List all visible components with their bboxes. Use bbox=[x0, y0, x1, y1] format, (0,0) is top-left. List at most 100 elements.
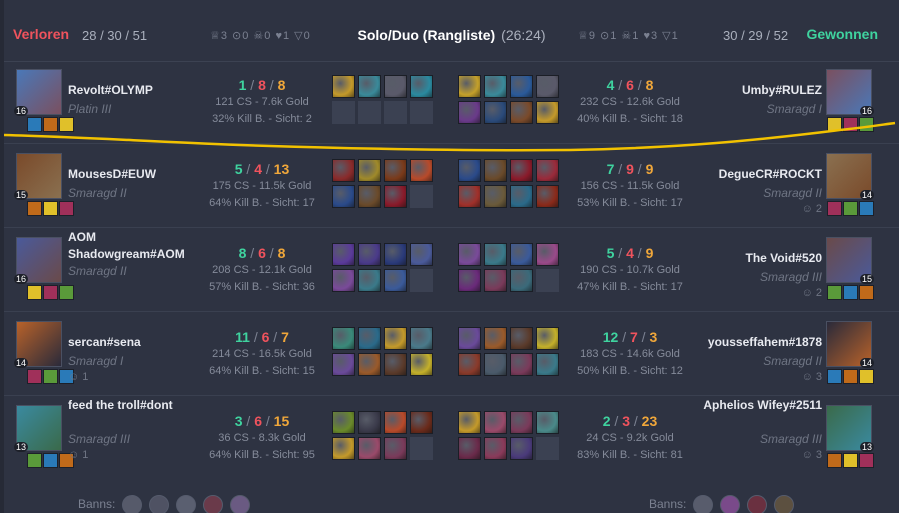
summoner-spell-icon[interactable] bbox=[827, 117, 842, 132]
item-icon[interactable] bbox=[510, 411, 533, 434]
item-icon[interactable] bbox=[484, 269, 507, 292]
item-icon[interactable] bbox=[332, 75, 355, 98]
item-icon[interactable] bbox=[458, 411, 481, 434]
item-icon[interactable] bbox=[358, 437, 381, 460]
item-icon[interactable] bbox=[484, 159, 507, 182]
item-icon[interactable] bbox=[332, 243, 355, 266]
summoner-spell-icon[interactable] bbox=[859, 117, 874, 132]
item-icon[interactable] bbox=[458, 437, 481, 460]
item-icon[interactable] bbox=[458, 353, 481, 376]
left-player-name[interactable]: Revolt#OLYMP bbox=[68, 82, 203, 99]
item-icon[interactable] bbox=[358, 411, 381, 434]
item-icon[interactable] bbox=[510, 353, 533, 376]
item-icon[interactable] bbox=[484, 101, 507, 124]
right-champion-portrait[interactable]: 15 bbox=[826, 237, 874, 284]
summoner-spell-icon[interactable] bbox=[843, 369, 858, 384]
right-player-name[interactable]: Umby#RULEZ bbox=[687, 82, 822, 99]
item-icon[interactable] bbox=[410, 159, 433, 182]
left-player-name[interactable]: AOM Shadowgream#AOM bbox=[68, 229, 203, 263]
item-icon[interactable] bbox=[358, 269, 381, 292]
item-icon[interactable] bbox=[384, 353, 407, 376]
item-icon[interactable] bbox=[332, 411, 355, 434]
item-icon[interactable] bbox=[484, 437, 507, 460]
item-icon[interactable] bbox=[332, 185, 355, 208]
ban-champion-icon[interactable] bbox=[176, 495, 196, 513]
item-icon[interactable] bbox=[384, 243, 407, 266]
item-icon[interactable] bbox=[384, 437, 407, 460]
item-icon[interactable] bbox=[358, 243, 381, 266]
summoner-spell-icon[interactable] bbox=[43, 117, 58, 132]
right-player-name[interactable]: The Void#520 bbox=[687, 250, 822, 267]
item-icon[interactable] bbox=[458, 101, 481, 124]
summoner-spell-icon[interactable] bbox=[827, 369, 842, 384]
item-icon[interactable] bbox=[458, 185, 481, 208]
right-champion-portrait[interactable]: 16 bbox=[826, 69, 874, 116]
right-champion-portrait[interactable]: 14 bbox=[826, 153, 874, 200]
item-icon[interactable] bbox=[458, 75, 481, 98]
item-icon[interactable] bbox=[510, 269, 533, 292]
summoner-spell-icon[interactable] bbox=[859, 369, 874, 384]
summoner-spell-icon[interactable] bbox=[27, 369, 42, 384]
item-icon[interactable] bbox=[536, 327, 559, 350]
item-icon[interactable] bbox=[384, 185, 407, 208]
item-icon[interactable] bbox=[536, 159, 559, 182]
item-icon[interactable] bbox=[410, 353, 433, 376]
left-champion-portrait[interactable]: 16 bbox=[14, 237, 62, 284]
right-player-name[interactable]: Aphelios Wifey#2511 bbox=[687, 397, 822, 414]
summoner-spell-icon[interactable] bbox=[859, 201, 874, 216]
ban-champion-icon[interactable] bbox=[149, 495, 169, 513]
item-icon[interactable] bbox=[358, 353, 381, 376]
summoner-spell-icon[interactable] bbox=[843, 201, 858, 216]
summoner-spell-icon[interactable] bbox=[843, 117, 858, 132]
item-icon[interactable] bbox=[332, 269, 355, 292]
summoner-spell-icon[interactable] bbox=[27, 285, 42, 300]
item-icon[interactable] bbox=[484, 185, 507, 208]
item-icon[interactable] bbox=[384, 159, 407, 182]
item-icon[interactable] bbox=[332, 437, 355, 460]
item-icon[interactable] bbox=[458, 159, 481, 182]
item-icon[interactable] bbox=[384, 327, 407, 350]
item-icon[interactable] bbox=[384, 75, 407, 98]
left-player-name[interactable]: MousesD#EUW bbox=[68, 166, 203, 183]
ban-champion-icon[interactable] bbox=[774, 495, 794, 513]
left-champion-portrait[interactable]: 16 bbox=[14, 69, 62, 116]
item-icon[interactable] bbox=[510, 101, 533, 124]
item-icon[interactable] bbox=[510, 243, 533, 266]
ban-champion-icon[interactable] bbox=[122, 495, 142, 513]
item-icon[interactable] bbox=[484, 243, 507, 266]
item-icon[interactable] bbox=[536, 411, 559, 434]
summoner-spell-icon[interactable] bbox=[59, 117, 74, 132]
item-icon[interactable] bbox=[510, 159, 533, 182]
ban-champion-icon[interactable] bbox=[720, 495, 740, 513]
item-icon[interactable] bbox=[484, 411, 507, 434]
summoner-spell-icon[interactable] bbox=[43, 369, 58, 384]
item-icon[interactable] bbox=[410, 411, 433, 434]
summoner-spell-icon[interactable] bbox=[859, 285, 874, 300]
item-icon[interactable] bbox=[536, 75, 559, 98]
item-icon[interactable] bbox=[384, 411, 407, 434]
summoner-spell-icon[interactable] bbox=[843, 453, 858, 468]
ban-champion-icon[interactable] bbox=[693, 495, 713, 513]
summoner-spell-icon[interactable] bbox=[43, 453, 58, 468]
item-icon[interactable] bbox=[358, 185, 381, 208]
item-icon[interactable] bbox=[510, 327, 533, 350]
item-icon[interactable] bbox=[510, 185, 533, 208]
item-icon[interactable] bbox=[484, 353, 507, 376]
right-champion-portrait[interactable]: 14 bbox=[826, 321, 874, 368]
item-icon[interactable] bbox=[484, 327, 507, 350]
left-champion-portrait[interactable]: 15 bbox=[14, 153, 62, 200]
item-icon[interactable] bbox=[510, 75, 533, 98]
right-champion-portrait[interactable]: 13 bbox=[826, 405, 874, 452]
item-icon[interactable] bbox=[458, 243, 481, 266]
item-icon[interactable] bbox=[332, 159, 355, 182]
summoner-spell-icon[interactable] bbox=[27, 201, 42, 216]
item-icon[interactable] bbox=[384, 269, 407, 292]
left-champion-portrait[interactable]: 14 bbox=[14, 321, 62, 368]
summoner-spell-icon[interactable] bbox=[27, 453, 42, 468]
item-icon[interactable] bbox=[358, 327, 381, 350]
item-icon[interactable] bbox=[410, 327, 433, 350]
summoner-spell-icon[interactable] bbox=[827, 285, 842, 300]
summoner-spell-icon[interactable] bbox=[843, 285, 858, 300]
ban-champion-icon[interactable] bbox=[747, 495, 767, 513]
summoner-spell-icon[interactable] bbox=[27, 117, 42, 132]
